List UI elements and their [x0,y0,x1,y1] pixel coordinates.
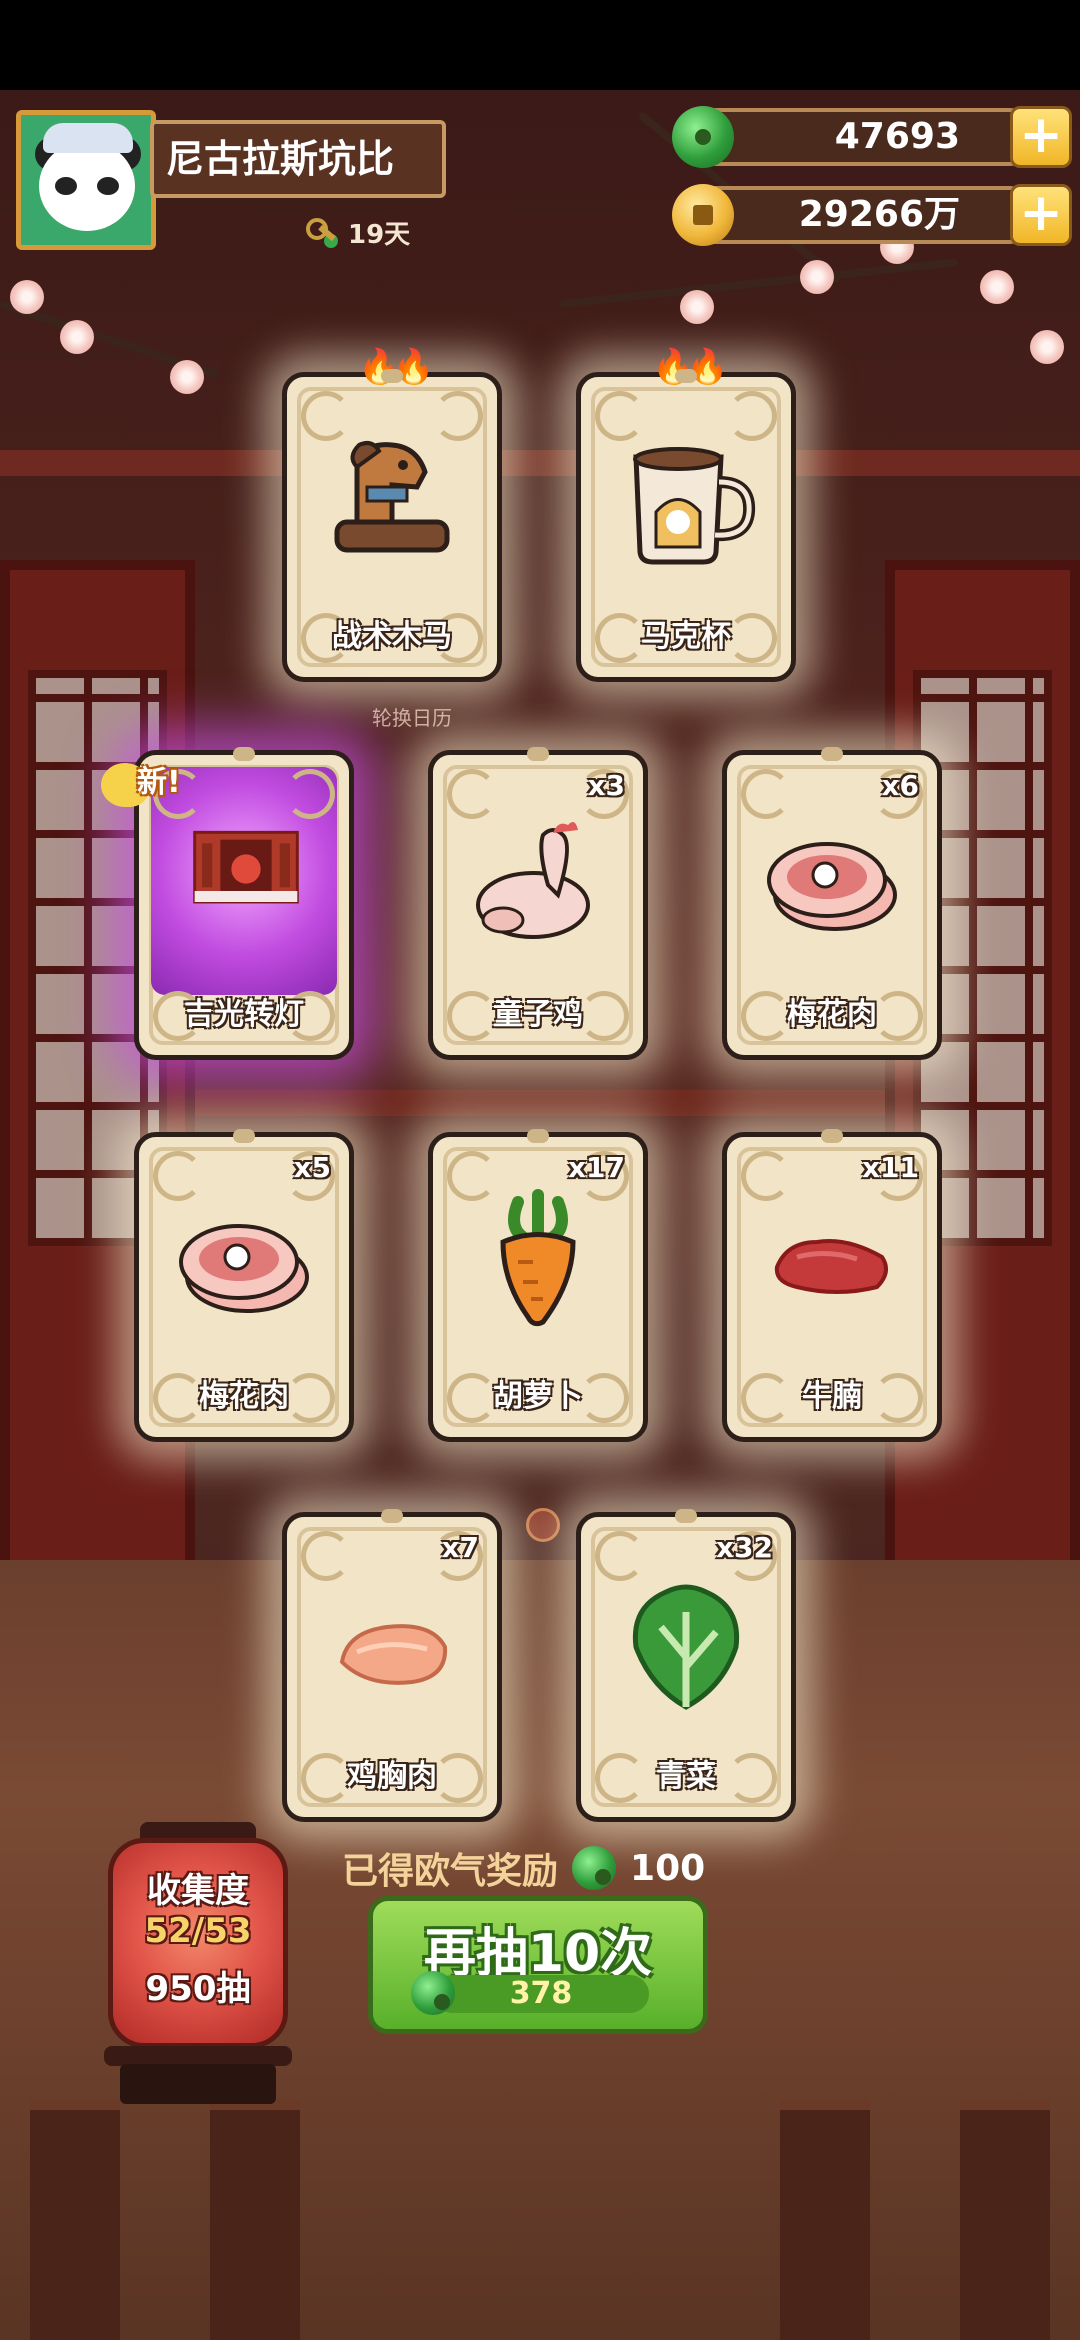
card-label: 战术木马 [332,619,452,654]
card-count: x3 [587,769,625,802]
card-label: 吉光转灯 [184,997,304,1032]
luck-reward: 已得欧气奖励 100 [342,1842,705,1894]
days-count: 19天 [348,220,411,250]
add-jade-button[interactable]: + [1010,106,1072,168]
panda-face [39,141,135,231]
railing-post [210,2100,300,2340]
card-wooden-horse[interactable]: 🔥🔥 战术木马 [282,347,502,682]
card-label: 牛腩 [802,1379,862,1414]
reward-label: 已得欧气奖励 [342,1851,559,1892]
jade-icon [672,106,734,168]
gold-coin-icon [672,184,734,246]
left-door [0,560,195,1620]
jade-icon [411,1971,455,2015]
gold-currency: 29266万 + [672,184,1072,246]
card-label: 胡萝卜 [493,1379,583,1414]
lantern-scene-icon [193,830,299,904]
draw-cost: 378 [411,1971,649,2015]
player-avatar[interactable] [16,110,156,250]
beef-icon [774,1239,888,1294]
card-bok-choy[interactable]: x32 青菜 [576,1509,796,1822]
blossom [980,270,1014,304]
card-young-chicken[interactable]: x3 童子鸡 [428,747,648,1060]
chicken-breast-icon [339,1624,448,1685]
carrot-icon [500,1189,576,1327]
card-count: x32 [715,1531,773,1564]
card-label: 梅花肉 [199,1379,289,1414]
jade-icon [572,1846,617,1890]
card-label: 鸡胸肉 [347,1759,437,1794]
collection-progress: 52/53 [144,1911,252,1951]
pork-icon [767,842,897,931]
blossom [60,320,94,354]
center-ornament [526,1508,560,1542]
collection-title: 收集度 [147,1871,249,1911]
wooden-horse-icon [334,441,450,553]
player-name: 尼古拉斯坑比 [150,120,446,198]
pork-icon [179,1224,309,1313]
wall-beam [0,450,1080,476]
blossom [680,290,714,324]
chicken-icon [476,821,590,939]
new-badge: 新! [101,755,221,811]
add-gold-button[interactable]: + [1010,184,1072,246]
card-lucky-lantern[interactable]: 新! 吉光转灯 [101,747,354,1060]
collection-draws: 950抽 [145,1969,251,2009]
bok-choy-icon [632,1584,740,1710]
card-pork-2[interactable]: x5 梅花肉 [134,1129,354,1442]
lantern-stand [120,2064,276,2104]
collection-lantern-button[interactable]: 收集度 52/53 950抽 [108,1838,288,2048]
draw-cost-amount: 378 [509,1976,573,2011]
panda-hat [43,123,133,153]
blossom [10,280,44,314]
reward-amount: 100 [630,1847,706,1889]
card-count: x6 [881,769,919,802]
blossom [170,360,204,394]
right-door [885,560,1080,1620]
card-pork[interactable]: x6 梅花肉 [722,747,942,1060]
key-icon [306,216,340,250]
calendar-label: 轮换日历 [372,706,452,730]
blossom [800,260,834,294]
railing-post [960,2100,1050,2340]
lantern-base [104,2046,292,2066]
card-chicken-breast[interactable]: x7 鸡胸肉 [282,1509,502,1822]
status-bar-area [0,0,1080,90]
card-count: x11 [861,1151,919,1184]
card-carrot[interactable]: x17 胡萝卜 [428,1129,648,1442]
card-beef-brisket[interactable]: x11 牛腩 [722,1129,942,1442]
card-label: 青菜 [656,1759,716,1794]
card-mug[interactable]: 🔥🔥 马克杯 [576,347,796,682]
draw-10-button[interactable]: 再抽10次 378 [368,1896,708,2034]
card-count: x7 [441,1531,479,1564]
railing-post [780,2100,870,2340]
jade-amount: 47693 [834,116,960,157]
blossom [1030,330,1064,364]
card-label: 童子鸡 [493,997,583,1032]
days-indicator: 19天 [306,214,410,251]
mug-icon [633,447,756,565]
gold-amount: 29266万 [798,194,960,235]
railing-post [30,2100,120,2340]
card-label: 梅花肉 [787,997,877,1032]
card-count: x5 [293,1151,331,1184]
card-label: 马克杯 [641,619,731,654]
card-count: x17 [567,1151,625,1184]
jade-currency: 47693 + [672,106,1072,168]
